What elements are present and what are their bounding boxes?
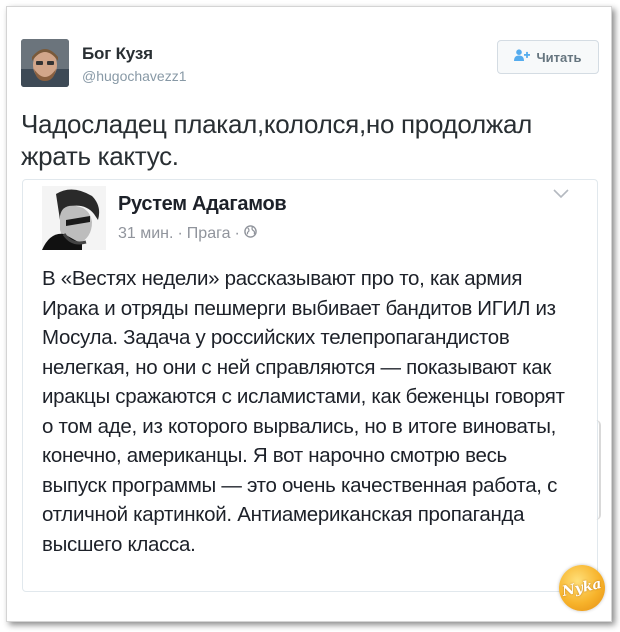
follow-button[interactable]: Читать <box>497 40 599 74</box>
quoted-author-avatar[interactable] <box>42 186 106 250</box>
meta-separator: · <box>177 225 183 242</box>
watermark-text: Nyka <box>560 576 604 600</box>
post-location[interactable]: Прага <box>187 225 231 243</box>
site-watermark-logo: Nyka <box>559 565 605 611</box>
follow-button-label: Читать <box>536 49 582 65</box>
quoted-author-name[interactable]: Рустем Адагамов <box>118 193 287 216</box>
globe-icon <box>244 225 257 243</box>
meta-separator-2: · <box>234 225 240 242</box>
author-avatar[interactable] <box>21 39 69 87</box>
chevron-down-icon[interactable] <box>553 186 569 204</box>
quoted-post-text: В «Вестях недели» рассказывают про то, к… <box>42 267 565 556</box>
quoted-post-meta: 31 мин. · Прага · <box>118 225 257 243</box>
scrollbar-hint <box>591 420 601 520</box>
quoted-post-body: В «Вестях недели» рассказывают про то, к… <box>42 264 567 559</box>
tweet-text: Чадосладец плакал,кололся,но продолжал ж… <box>21 109 533 171</box>
person-plus-icon <box>514 48 531 66</box>
author-name[interactable]: Бог Кузя <box>82 44 153 64</box>
author-handle[interactable]: @hugochavezz1 <box>82 68 187 84</box>
quoted-post-card[interactable]: Рустем Адагамов 31 мин. · Прага · В «Вес… <box>22 179 598 592</box>
post-time[interactable]: 31 мин. <box>118 225 173 243</box>
